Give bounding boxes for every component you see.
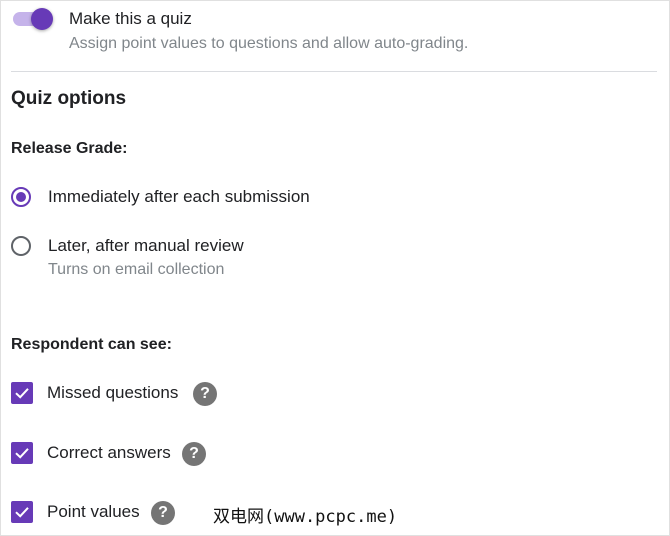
radio-label-later: Later, after manual review <box>48 236 244 255</box>
help-icon[interactable]: ? <box>182 442 206 466</box>
radio-button-unchecked[interactable] <box>11 236 31 256</box>
section-divider <box>11 71 657 72</box>
radio-sublabel-email: Turns on email collection <box>48 261 225 278</box>
checkbox-point-values[interactable] <box>11 501 33 523</box>
quiz-options-heading: Quiz options <box>11 88 127 109</box>
checkmark-icon <box>15 448 29 459</box>
watermark-text: 双电网(www.pcpc.me) <box>213 507 398 527</box>
quiz-toggle-description: Assign point values to questions and all… <box>69 35 469 52</box>
quiz-toggle-switch[interactable] <box>11 7 55 31</box>
help-icon[interactable]: ? <box>193 382 217 406</box>
radio-label-immediately: Immediately after each submission <box>48 187 310 206</box>
radio-dot <box>16 192 26 202</box>
checkbox-correct-answers[interactable] <box>11 442 33 464</box>
release-grade-heading: Release Grade: <box>11 140 128 157</box>
checkbox-label-missed-questions: Missed questions <box>47 383 179 402</box>
radio-option-later[interactable]: Later, after manual review Turns on emai… <box>11 236 271 282</box>
checkmark-icon <box>15 388 29 399</box>
radio-button-checked[interactable] <box>11 187 31 207</box>
radio-option-immediately[interactable]: Immediately after each submission <box>11 187 341 209</box>
help-icon[interactable]: ? <box>151 501 175 525</box>
checkbox-missed-questions[interactable] <box>11 382 33 404</box>
checkmark-icon <box>15 507 29 518</box>
checkbox-label-correct-answers: Correct answers <box>47 443 171 462</box>
toggle-thumb[interactable] <box>31 8 53 30</box>
respondent-can-see-heading: Respondent can see: <box>11 336 172 353</box>
settings-panel: Make this a quiz Assign point values to … <box>0 0 670 536</box>
checkbox-label-point-values: Point values <box>47 502 140 521</box>
quiz-toggle-label: Make this a quiz <box>69 9 192 28</box>
